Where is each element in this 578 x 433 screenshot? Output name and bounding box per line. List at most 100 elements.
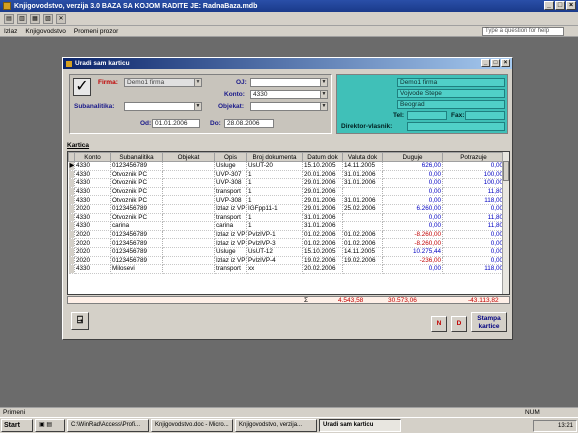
cell-datum[interactable]: 15.10.2005 bbox=[302, 161, 343, 171]
cell-opis[interactable]: transport bbox=[214, 264, 247, 274]
table-row[interactable]: 4330 Otvoznik PC UVP-308 1 29.01.2006 31.01.2… bbox=[68, 178, 505, 188]
table-row[interactable]: 4330 Otvoznik PC transport 1 29.01.2006 0,00 1… bbox=[68, 187, 505, 197]
cell-sub[interactable]: carina bbox=[110, 221, 163, 231]
cell-sub[interactable]: Otvoznik PC bbox=[110, 170, 163, 180]
toolbar-icon-1[interactable]: ▤ bbox=[4, 13, 14, 24]
cell-obj[interactable] bbox=[162, 221, 215, 231]
cell-valuta[interactable]: 14.11.2005 bbox=[342, 247, 383, 257]
table-row[interactable]: ▶ 4330 0123456789 Usluge UsUT-20 15.10.2005 14… bbox=[68, 161, 505, 171]
cell-duguje[interactable]: 0,00 bbox=[382, 195, 443, 205]
cell-duguje[interactable]: 0,00 bbox=[382, 264, 443, 274]
cell-sub[interactable]: 0123456789 bbox=[110, 161, 163, 171]
firma-select[interactable]: Demo1 firma ▼ bbox=[124, 78, 202, 87]
cell-opis[interactable]: UVP-307 bbox=[214, 170, 247, 180]
exit-door-icon[interactable]: ⍈ bbox=[71, 312, 89, 330]
cell-sub[interactable]: Otvoznik PC bbox=[110, 187, 163, 197]
cell-konto[interactable]: 4330 bbox=[74, 195, 111, 205]
col-potrazuje[interactable]: Potrazuje bbox=[442, 152, 505, 162]
stampa-kartice-button[interactable]: Stampa kartice bbox=[471, 312, 507, 332]
toolbar-icon-4[interactable]: ▧ bbox=[43, 13, 53, 24]
cell-potrazuje[interactable]: 100,00 bbox=[442, 178, 505, 188]
cell-potrazuje[interactable]: 0,00 bbox=[442, 230, 505, 240]
cell-konto[interactable]: 2020 bbox=[74, 230, 111, 240]
cell-sub[interactable]: 0123456789 bbox=[110, 230, 163, 240]
chevron-down-icon[interactable]: ▼ bbox=[320, 79, 327, 86]
do-date-input[interactable]: 28.08.2006 bbox=[224, 119, 274, 128]
col-datum-dok[interactable]: Datum dok bbox=[302, 152, 343, 162]
cell-potrazuje[interactable]: 11,80 bbox=[442, 187, 505, 197]
menu-knjigovodstvo[interactable]: Knjigovodstvo bbox=[25, 28, 65, 35]
cell-obj[interactable] bbox=[162, 161, 215, 171]
table-row[interactable]: 2020 0123456789 Izlaz iz VP PvIzlVP-4 19.02.… bbox=[68, 256, 505, 266]
cell-opis[interactable]: Izlaz iz VP bbox=[214, 256, 247, 266]
cell-datum[interactable]: 20.01.2006 bbox=[302, 170, 343, 180]
close-button[interactable]: × bbox=[566, 1, 576, 10]
cell-opis[interactable]: UVP-308 bbox=[214, 178, 247, 188]
konto-select[interactable]: 4330 ▼ bbox=[250, 90, 328, 99]
cell-sub[interactable]: Otvoznik PC bbox=[110, 178, 163, 188]
cell-duguje[interactable]: 626,00 bbox=[382, 161, 443, 171]
cell-obj[interactable] bbox=[162, 178, 215, 188]
cell-konto[interactable]: 4330 bbox=[74, 221, 111, 231]
table-row[interactable]: 4330 carina carina 1 31.01.2006 0,00 11,80 bbox=[68, 221, 505, 231]
cell-valuta[interactable]: 31.01.2006 bbox=[342, 178, 383, 188]
oj-select[interactable]: ▼ bbox=[250, 78, 328, 87]
task-explorer[interactable]: C:\WinRad\Access\Profi... bbox=[67, 419, 149, 432]
cell-valuta[interactable] bbox=[342, 221, 383, 231]
minimize-button[interactable]: _ bbox=[544, 1, 554, 10]
table-row[interactable]: 4330 Milosevi transport xx 20.02.2006 0,00 118… bbox=[68, 264, 505, 274]
cell-broj[interactable]: 1 bbox=[246, 221, 303, 231]
cell-datum[interactable]: 29.01.2006 bbox=[302, 195, 343, 205]
cell-konto[interactable]: 2020 bbox=[74, 204, 111, 214]
table-row[interactable]: 4330 Otvoznik PC UVP-308 1 29.01.2006 31.01.2… bbox=[68, 195, 505, 205]
cell-sub[interactable]: Milosevi bbox=[110, 264, 163, 274]
toolbar-icon-3[interactable]: ▦ bbox=[30, 13, 40, 24]
cell-konto[interactable]: 2020 bbox=[74, 256, 111, 266]
cell-obj[interactable] bbox=[162, 247, 215, 257]
cell-broj[interactable]: PvIzlVP-1 bbox=[246, 230, 303, 240]
cell-konto[interactable]: 2020 bbox=[74, 247, 111, 257]
cell-valuta[interactable]: 19.02.2006 bbox=[342, 256, 383, 266]
cell-obj[interactable] bbox=[162, 230, 215, 240]
cell-duguje[interactable]: -8.260,00 bbox=[382, 238, 443, 248]
cell-datum[interactable]: 31.01.2006 bbox=[302, 221, 343, 231]
cell-konto[interactable]: 4330 bbox=[74, 213, 111, 223]
cell-broj[interactable]: IGFpp11-1 bbox=[246, 204, 303, 214]
objekat-select[interactable]: ▼ bbox=[250, 102, 328, 111]
subanalitika-select[interactable]: ▼ bbox=[124, 102, 202, 111]
cell-broj[interactable]: PvIzlVP-4 bbox=[246, 256, 303, 266]
cell-potrazuje[interactable]: 11,80 bbox=[442, 213, 505, 223]
cell-potrazuje[interactable]: 0,00 bbox=[442, 204, 505, 214]
cell-opis[interactable]: transport bbox=[214, 187, 247, 197]
cell-valuta[interactable]: 25.02.2006 bbox=[342, 204, 383, 214]
cell-obj[interactable] bbox=[162, 187, 215, 197]
cell-valuta[interactable]: 01.02.2006 bbox=[342, 230, 383, 240]
menu-izlaz[interactable]: Izlaz bbox=[4, 28, 17, 35]
table-row[interactable]: 4330 Otvoznik PC transport 1 31.01.2006 0,00 1… bbox=[68, 213, 505, 223]
chevron-down-icon[interactable]: ▼ bbox=[320, 91, 327, 98]
col-duguje[interactable]: Duguje bbox=[382, 152, 443, 162]
cell-sub[interactable]: 0123456789 bbox=[110, 238, 163, 248]
cell-broj[interactable]: PvIzlVP-3 bbox=[246, 238, 303, 248]
cell-datum[interactable]: 29.01.2006 bbox=[302, 204, 343, 214]
task-uradi-sam-karticu[interactable]: Uradi sam karticu bbox=[319, 419, 401, 432]
table-row[interactable]: 2020 0123456789 Izlaz iz VP IGFpp11-1 29.01.… bbox=[68, 204, 505, 214]
toolbar-icon-2[interactable]: ▥ bbox=[17, 13, 27, 24]
cell-duguje[interactable]: -236,00 bbox=[382, 256, 443, 266]
cell-potrazuje[interactable]: 11,80 bbox=[442, 221, 505, 231]
cell-obj[interactable] bbox=[162, 170, 215, 180]
cell-duguje[interactable]: -8.260,00 bbox=[382, 230, 443, 240]
cell-valuta[interactable]: 31.01.2006 bbox=[342, 170, 383, 180]
table-row[interactable]: 4330 Otvoznik PC UVP-307 1 20.01.2006 31.01.2… bbox=[68, 170, 505, 180]
cell-obj[interactable] bbox=[162, 213, 215, 223]
cell-obj[interactable] bbox=[162, 204, 215, 214]
scrollbar-thumb[interactable] bbox=[503, 161, 509, 181]
cell-potrazuje[interactable]: 0,00 bbox=[442, 247, 505, 257]
cell-obj[interactable] bbox=[162, 256, 215, 266]
task-knjigovodstvo[interactable]: Knjigovodstvo, verzija... bbox=[235, 419, 317, 432]
cell-datum[interactable]: 20.02.2006 bbox=[302, 264, 343, 274]
cell-duguje[interactable]: 10.275,44 bbox=[382, 247, 443, 257]
cell-obj[interactable] bbox=[162, 195, 215, 205]
cell-duguje[interactable]: 6.260,00 bbox=[382, 204, 443, 214]
cell-sub[interactable]: 0123456789 bbox=[110, 256, 163, 266]
